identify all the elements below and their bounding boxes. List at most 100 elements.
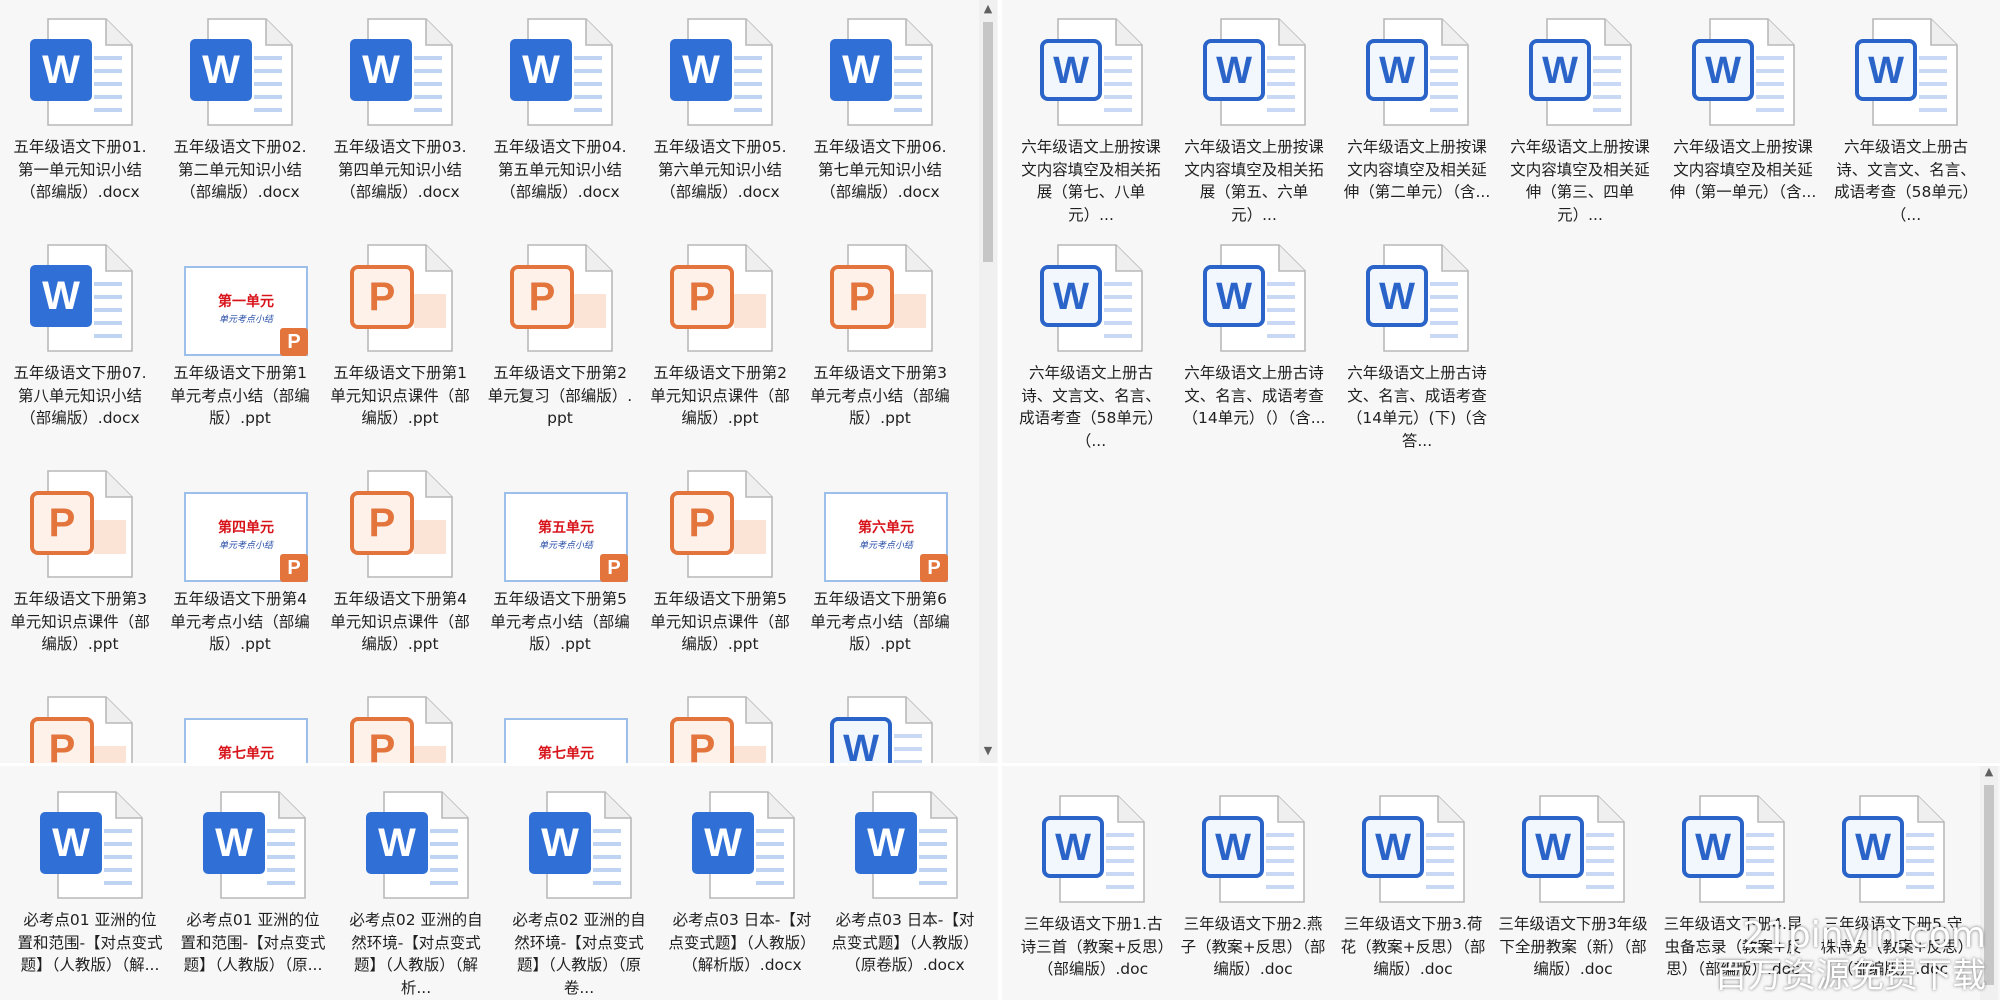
svg-text:W: W	[867, 821, 905, 865]
word-document-icon: W	[40, 791, 143, 899]
svg-text:W: W	[1216, 276, 1252, 318]
file-item[interactable]: W 六年级语文上册古诗、文言文、名言、成语考查（58单元）（...	[1010, 226, 1173, 452]
svg-text:W: W	[522, 48, 560, 92]
file-name: 五年级语文下册第5单元考点小结（部编版）.ppt	[490, 590, 630, 653]
file-pane-bottom-right: W 三年级语文下册1.古诗三首（教案+反思）（部编版）.doc W 三年级语文下册2.…	[1000, 763, 2000, 1000]
word-document-icon: W	[855, 791, 958, 899]
file-item[interactable]: P	[0, 678, 160, 763]
file-item[interactable]: W 必考点03 日本-【对点变式题】（人教版）（原卷版）.docx	[825, 773, 988, 999]
file-item[interactable]: W 五年级语文下册06.第七单元知识小结（部编版）.docx	[800, 0, 960, 226]
scroll-up-arrow-icon[interactable]: ▲	[979, 0, 997, 18]
thumbnail-title: 第六单元	[858, 520, 914, 536]
svg-text:W: W	[1542, 50, 1578, 92]
thumbnail-title: 第七单元	[538, 746, 594, 762]
file-item[interactable]: W 五年级语文下册03.第四单元知识小结（部编版）.docx	[320, 0, 480, 226]
svg-text:W: W	[843, 728, 879, 763]
file-name: 五年级语文下册07.第八单元知识小结（部编版）.docx	[13, 364, 147, 427]
file-item[interactable]: 第一单元 单元考点小结 P 五年级语文下册第1单元考点小结（部编版）.ppt	[160, 226, 320, 452]
file-item[interactable]: W 三年级语文下册3.荷花（教案+反思）（部编版）.doc	[1332, 777, 1492, 1000]
file-item[interactable]: W	[800, 678, 960, 763]
svg-text:W: W	[1379, 50, 1415, 92]
file-item[interactable]: W 三年级语文下册4.昆虫备忘录（教案+反思）（部编版）.doc	[1652, 777, 1812, 1000]
file-item[interactable]: W 必考点01 亚洲的位置和范围-【对点变式题】（人教版）（原...	[173, 773, 336, 999]
file-item[interactable]: 第六单元 单元考点小结 P 五年级语文下册第6单元考点小结（部编版）.ppt	[800, 452, 960, 678]
file-item[interactable]: 第七单元P	[480, 678, 640, 763]
file-grid: W 六年级语文上册按课文内容填空及相关拓展（第七、八单元）... W 六年级语文上册按…	[1010, 0, 1988, 452]
file-name: 必考点03 日本-【对点变式题】（人教版）（解析版）.docx	[668, 911, 816, 974]
svg-text:W: W	[42, 48, 80, 92]
svg-text:P: P	[369, 727, 396, 763]
file-item[interactable]: W 五年级语文下册05.第六单元知识小结（部编版）.docx	[640, 0, 800, 226]
file-item[interactable]: W 六年级语文上册古诗文、名言、成语考查（14单元）(下)（含答...	[1336, 226, 1499, 452]
file-item[interactable]: W 三年级语文下册3年级下全册教案（新）（部编版）.doc	[1492, 777, 1652, 1000]
svg-text:P: P	[689, 727, 716, 763]
svg-text:P: P	[689, 501, 716, 545]
svg-text:W: W	[1855, 827, 1891, 869]
file-item[interactable]: P	[640, 678, 800, 763]
file-name: 必考点02 亚洲的自然环境-【对点变式题】（人教版）（原卷...	[512, 911, 646, 997]
file-item[interactable]: W 五年级语文下册02.第二单元知识小结（部编版）.docx	[160, 0, 320, 226]
vertical-scrollbar[interactable]: ▲	[1980, 763, 1998, 1000]
file-item[interactable]: W 五年级语文下册01.第一单元知识小结（部编版）.docx	[0, 0, 160, 226]
file-item[interactable]: W 六年级语文上册古诗文、名言、成语考查（14单元）（）（含...	[1173, 226, 1336, 452]
file-item[interactable]: W 六年级语文上册按课文内容填空及相关拓展（第五、六单元）...	[1173, 0, 1336, 226]
file-item[interactable]: W 必考点02 亚洲的自然环境-【对点变式题】（人教版）（解析...	[336, 773, 499, 999]
file-item[interactable]: P 五年级语文下册第1单元知识点课件（部编版）.ppt	[320, 226, 480, 452]
file-item[interactable]: P 五年级语文下册第3单元考点小结（部编版）.ppt	[800, 226, 960, 452]
powerpoint-file-icon: P	[830, 244, 933, 352]
word-document-icon: W	[510, 18, 613, 126]
svg-text:P: P	[369, 501, 396, 545]
powerpoint-file-icon: P	[670, 696, 773, 763]
file-name: 五年级语文下册第5单元知识点课件（部编版）.ppt	[650, 590, 790, 653]
thumbnail-subtitle: 单元考点小结	[858, 541, 913, 551]
file-item[interactable]: W 六年级语文上册按课文内容填空及相关延伸（第一单元）（含...	[1662, 0, 1825, 226]
svg-text:W: W	[1055, 827, 1091, 869]
file-name: 必考点01 亚洲的位置和范围-【对点变式题】（人教版）（原...	[180, 911, 326, 974]
file-item[interactable]: P 五年级语文下册第4单元知识点课件（部编版）.ppt	[320, 452, 480, 678]
thumbnail-subtitle: 单元考点小结	[218, 315, 273, 325]
vertical-scrollbar[interactable]: ▲ ▼	[979, 0, 997, 763]
word-document-icon: W	[692, 791, 795, 899]
file-item[interactable]: W 五年级语文下册04.第五单元知识小结（部编版）.docx	[480, 0, 640, 226]
file-item[interactable]: W 三年级语文下册1.古诗三首（教案+反思）（部编版）.doc	[1012, 777, 1172, 1000]
scrollbar-thumb[interactable]	[1984, 785, 1994, 985]
file-item[interactable]: W 五年级语文下册07.第八单元知识小结（部编版）.docx	[0, 226, 160, 452]
file-item[interactable]: P 五年级语文下册第5单元知识点课件（部编版）.ppt	[640, 452, 800, 678]
scroll-down-arrow-icon[interactable]: ▼	[979, 742, 997, 760]
file-item[interactable]: W 必考点01 亚洲的位置和范围-【对点变式题】（人教版）（解...	[10, 773, 173, 999]
powerpoint-file-icon: P	[670, 470, 773, 578]
svg-text:W: W	[1053, 50, 1089, 92]
file-item[interactable]: W 三年级语文下册5.守株待兔（教案+反思）（部编版）.doc	[1812, 777, 1972, 1000]
file-item[interactable]: W 必考点03 日本-【对点变式题】（人教版）（解析版）.docx	[662, 773, 825, 999]
file-item[interactable]: W 六年级语文上册按课文内容填空及相关延伸（第三、四单元）...	[1499, 0, 1662, 226]
scrollbar-thumb[interactable]	[983, 22, 993, 262]
svg-text:P: P	[689, 275, 716, 319]
file-item[interactable]: P 五年级语文下册第3单元知识点课件（部编版）.ppt	[0, 452, 160, 678]
file-item[interactable]: P 五年级语文下册第2单元复习（部编版）.ppt	[480, 226, 640, 452]
file-pane-top-right: W 六年级语文上册按课文内容填空及相关拓展（第七、八单元）... W 六年级语文上册按…	[1000, 0, 2000, 763]
file-item[interactable]: W 六年级语文上册古诗、文言文、名言、成语考查（58单元）（...	[1825, 0, 1988, 226]
file-name: 必考点01 亚洲的位置和范围-【对点变式题】（人教版）（解...	[17, 911, 163, 974]
file-item[interactable]: W 三年级语文下册2.燕子（教案+反思）（部编版）.doc	[1172, 777, 1332, 1000]
file-item[interactable]: P	[320, 678, 480, 763]
file-item[interactable]: W 六年级语文上册按课文内容填空及相关拓展（第七、八单元）...	[1010, 0, 1173, 226]
word-document-icon: W	[1042, 795, 1145, 903]
ppt-badge-icon: P	[600, 554, 628, 582]
file-item[interactable]: 第七单元P	[160, 678, 320, 763]
file-grid: W 三年级语文下册1.古诗三首（教案+反思）（部编版）.doc W 三年级语文下册2.…	[1012, 777, 1972, 1000]
file-item[interactable]: 第五单元 单元考点小结 P 五年级语文下册第5单元考点小结（部编版）.ppt	[480, 452, 640, 678]
file-name: 三年级语文下册3年级下全册教案（新）（部编版）.doc	[1498, 915, 1648, 978]
svg-text:W: W	[52, 821, 90, 865]
file-item[interactable]: 第四单元 单元考点小结 P 五年级语文下册第4单元考点小结（部编版）.ppt	[160, 452, 320, 678]
file-item[interactable]: P 五年级语文下册第2单元知识点课件（部编版）.ppt	[640, 226, 800, 452]
word-document-icon: W	[1366, 18, 1469, 126]
svg-text:W: W	[378, 821, 416, 865]
file-item[interactable]: W 必考点02 亚洲的自然环境-【对点变式题】（人教版）（原卷...	[499, 773, 662, 999]
file-name: 五年级语文下册第4单元考点小结（部编版）.ppt	[170, 590, 310, 653]
file-item[interactable]: W 六年级语文上册按课文内容填空及相关延伸（第二单元）（含...	[1336, 0, 1499, 226]
powerpoint-file-icon: P	[350, 244, 453, 352]
file-name: 必考点03 日本-【对点变式题】（人教版）（原卷版）.docx	[831, 911, 979, 974]
file-name: 三年级语文下册2.燕子（教案+反思）（部编版）.doc	[1180, 915, 1326, 978]
file-name: 三年级语文下册4.昆虫备忘录（教案+反思）（部编版）.doc	[1663, 915, 1803, 978]
svg-text:W: W	[215, 821, 253, 865]
